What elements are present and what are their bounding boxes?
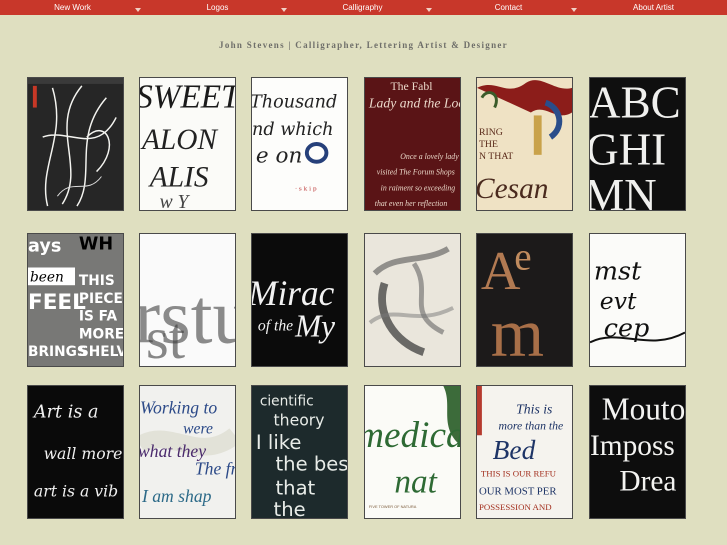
thumb-sweet-alone[interactable]: SWEET ALON ALIS w Y	[139, 77, 236, 211]
svg-text:Once a lovely lady: Once a lovely lady	[400, 152, 459, 161]
svg-text:in raiment so exceeding: in raiment so exceeding	[381, 183, 456, 192]
svg-text:Mouto: Mouto	[602, 391, 685, 426]
nav-label: New Work	[54, 3, 91, 12]
svg-text:MN: MN	[590, 170, 657, 210]
svg-text:of the: of the	[258, 317, 293, 334]
svg-text:theory: theory	[274, 410, 325, 429]
svg-text:ALIS: ALIS	[148, 161, 209, 193]
nav-item-logos[interactable]: Logos	[145, 0, 290, 15]
thumb-art-is[interactable]: Art is a wall more art is a vib	[27, 385, 124, 519]
chevron-down-icon[interactable]	[571, 8, 577, 12]
thumb-brushstrokes[interactable]	[364, 233, 461, 367]
svg-text:RING: RING	[479, 127, 503, 138]
svg-text:FIVE TOWER OF NATURA: FIVE TOWER OF NATURA	[369, 504, 417, 509]
thumb-medica[interactable]: medica nat FIVE TOWER OF NATURA	[364, 385, 461, 519]
svg-text:evt: evt	[600, 287, 637, 315]
svg-text:· s k i p: · s k i p	[295, 186, 317, 192]
svg-text:Cesan: Cesan	[477, 173, 548, 205]
svg-text:nd which: nd which	[252, 120, 334, 140]
chevron-down-icon[interactable]	[135, 8, 141, 12]
thumb-thousand[interactable]: Thousand nd which e on · s k i p	[251, 77, 348, 211]
svg-text:Drea: Drea	[619, 465, 676, 497]
svg-text:nat: nat	[394, 463, 437, 500]
svg-text:Thousand: Thousand	[252, 93, 337, 113]
thumb-scientific[interactable]: cientific theory I like the best that th…	[251, 385, 348, 519]
svg-text:were: were	[183, 420, 213, 437]
svg-text:w Y: w Y	[160, 191, 191, 210]
svg-text:POSSESSION AND: POSSESSION AND	[479, 502, 552, 512]
svg-text:st: st	[146, 305, 186, 366]
nav-item-contact[interactable]: Contact	[436, 0, 581, 15]
svg-text:My: My	[294, 308, 335, 343]
thumb-bed[interactable]: This is more than the Bed THIS IS OUR RE…	[476, 385, 573, 519]
svg-text:N THAT: N THAT	[479, 151, 513, 162]
svg-text:WH: WH	[79, 235, 113, 255]
svg-text:THE: THE	[479, 139, 498, 150]
svg-text:been: been	[30, 269, 64, 285]
nav-item-new-work[interactable]: New Work	[0, 0, 145, 15]
thumb-text: SWEET	[140, 78, 235, 115]
svg-text:Lady and the Looki: Lady and the Looki	[368, 96, 460, 111]
thumb-been-feel[interactable]: ays WH been FEEL THIS PIECE IS FA MORE S…	[27, 233, 124, 367]
svg-text:PIECE: PIECE	[79, 291, 123, 307]
nav-label: About Artist	[633, 3, 674, 12]
svg-text:m: m	[491, 295, 544, 366]
svg-text:BRINGS: BRINGS	[28, 344, 87, 360]
svg-text:OUR MOST PER: OUR MOST PER	[479, 485, 557, 497]
thumb-gold-letters[interactable]: A e m	[476, 233, 573, 367]
svg-text:FEEL: FEEL	[28, 290, 86, 315]
thumb-fable[interactable]: The Fabl Lady and the Looki Once a lovel…	[364, 77, 461, 211]
chevron-down-icon[interactable]	[426, 8, 432, 12]
svg-text:THIS: THIS	[79, 273, 115, 289]
svg-text:that: that	[276, 476, 316, 499]
nav-item-calligraphy[interactable]: Calligraphy	[290, 0, 435, 15]
svg-text:ays: ays	[28, 237, 61, 257]
svg-text:The fr: The fr	[195, 459, 235, 479]
svg-text:This is: This is	[516, 402, 552, 417]
svg-text:ABC: ABC	[590, 78, 681, 127]
thumb-mouto[interactable]: Mouto Imposs Drea	[589, 385, 686, 519]
svg-text:the best: the best	[276, 453, 347, 476]
svg-text:e: e	[514, 235, 531, 278]
svg-text:GHI: GHI	[590, 125, 666, 175]
thumb-miracle[interactable]: Mirac of the My	[251, 233, 348, 367]
svg-text:Art is a: Art is a	[32, 402, 99, 422]
svg-text:the: the	[274, 498, 306, 518]
chevron-down-icon[interactable]	[281, 8, 287, 12]
svg-text:mst: mst	[594, 256, 642, 286]
svg-text:THIS IS OUR REFU: THIS IS OUR REFU	[481, 469, 557, 479]
svg-text:I like: I like	[256, 431, 302, 454]
svg-text:that even her reflection: that even her reflection	[375, 199, 448, 208]
thumb-rstu[interactable]: rstu st	[139, 233, 236, 367]
svg-text:Bed: Bed	[493, 434, 536, 465]
svg-text:Working to: Working to	[140, 398, 217, 418]
svg-text:IS FA: IS FA	[79, 309, 118, 325]
svg-text:ALON: ALON	[140, 124, 219, 156]
nav-label: Calligraphy	[342, 3, 383, 12]
thumb-mst[interactable]: mst evt cep	[589, 233, 686, 367]
svg-text:more than the: more than the	[499, 419, 564, 432]
svg-text:I am shap: I am shap	[141, 486, 212, 506]
svg-text:visited The Forum Shops: visited The Forum Shops	[377, 168, 455, 177]
svg-text:medica: medica	[365, 415, 460, 456]
thumb-illuminated[interactable]: RING THE N THAT Cesan	[476, 77, 573, 211]
svg-text:cientific: cientific	[260, 394, 314, 410]
svg-text:wall more: wall more	[44, 444, 123, 463]
nav-label: Logos	[206, 3, 229, 12]
top-navigation-bar: New Work Logos Calligraphy Contact About…	[0, 0, 727, 15]
svg-text:Mirac: Mirac	[252, 273, 335, 313]
svg-text:art is a vib: art is a vib	[34, 481, 118, 500]
site-title: John Stevens | Calligrapher, Lettering A…	[219, 40, 508, 50]
nav-item-about-artist[interactable]: About Artist	[581, 0, 726, 15]
svg-text:e on: e on	[256, 144, 302, 169]
thumb-working[interactable]: Working to were what they The fr I am sh…	[139, 385, 236, 519]
svg-text:MORE: MORE	[79, 326, 123, 342]
thumb-abc[interactable]: ABC GHI MN	[589, 77, 686, 211]
thumb-skb[interactable]	[27, 77, 124, 211]
nav-label: Contact	[494, 3, 523, 12]
svg-text:Imposs: Imposs	[590, 430, 675, 462]
svg-text:The Fabl: The Fabl	[390, 80, 433, 93]
